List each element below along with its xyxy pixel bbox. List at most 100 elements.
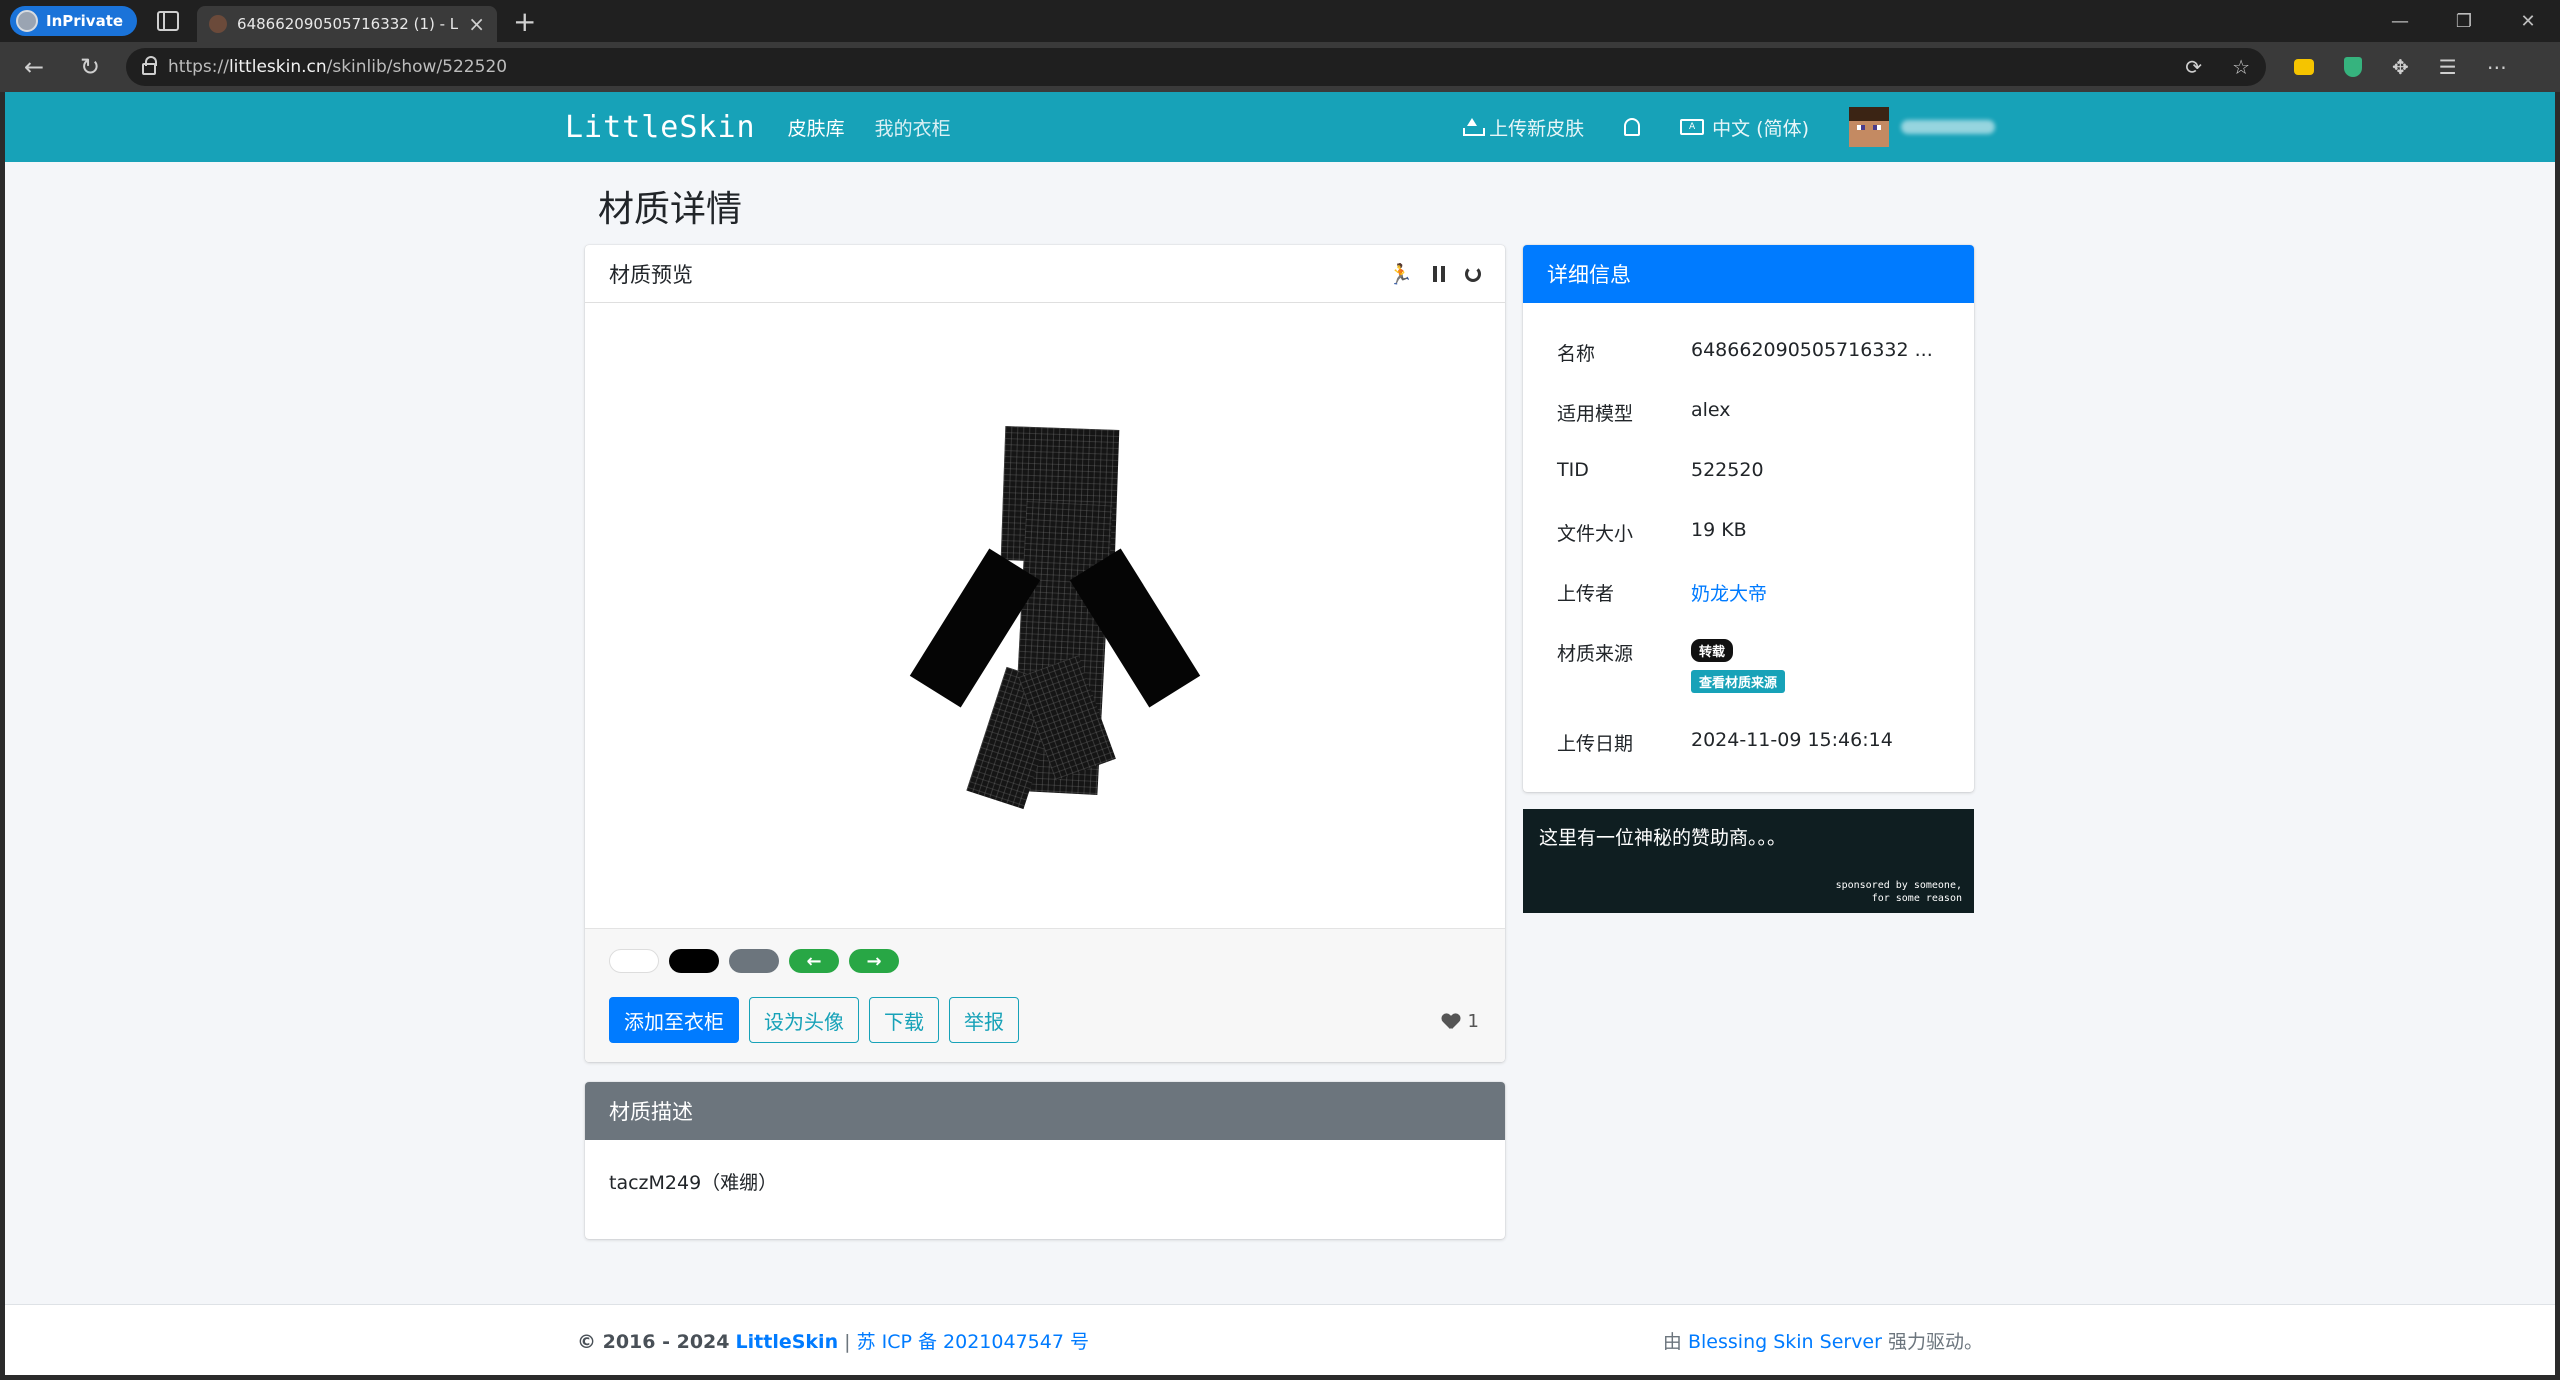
likes-counter: 1 [1442,1011,1479,1032]
favorite-star-icon[interactable]: ☆ [2232,55,2250,79]
detail-row-size: 文件大小 19 KB [1557,519,1747,546]
language-icon: A [1680,119,1705,135]
preview-title: 材质预览 [609,262,693,287]
likes-count: 1 [1467,1011,1479,1032]
page-title: 材质详情 [598,189,743,230]
web-page: LittleSkin 皮肤库 我的衣柜 上传新皮肤 A 中文 (简体) 材质详情… [5,92,2555,1375]
url-text: https://littleskin.cn/skinlib/show/52252… [168,57,508,77]
browser-titlebar: InPrivate 648662090505716332 (1) - Littl… [0,0,2560,42]
detail-row-uploader: 上传者 奶龙大帝 [1557,579,1767,606]
download-button[interactable]: 下载 [869,997,939,1043]
detail-label: 上传者 [1557,583,1615,605]
favorites-list-icon[interactable]: ☰ [2439,55,2457,79]
browser-toolbar: ← ↻ https://littleskin.cn/skinlib/show/5… [0,42,2560,92]
minimize-icon[interactable]: — [2368,0,2432,42]
detail-value: 2024-11-09 15:46:14 [1691,729,1893,751]
blessing-skin-link[interactable]: Blessing Skin Server [1688,1331,1882,1353]
detail-row-name: 名称 648662090505716332 ... [1557,339,1933,366]
pause-icon[interactable] [1433,265,1445,282]
more-menu-icon[interactable]: ⋯ [2487,55,2507,79]
description-card: 材质描述 taczM249（难绷） [585,1082,1505,1239]
user-menu[interactable] [1849,107,1995,147]
icp-link[interactable]: 苏 ICP 备 2021047547 号 [857,1331,1089,1353]
detail-label: 文件大小 [1557,523,1634,545]
inprivate-label: InPrivate [46,12,124,30]
username-blurred [1901,120,1995,134]
uploader-link[interactable]: 奶龙大帝 [1691,579,1767,606]
skin-3d-viewer[interactable] [585,303,1505,928]
prev-bg-button[interactable]: ← [789,949,839,973]
detail-label: 适用模型 [1557,403,1634,425]
close-tab-icon[interactable]: × [468,12,485,36]
window-controls: — ❐ ✕ [2368,0,2560,42]
detail-value: 648662090505716332 ... [1691,339,1933,361]
restore-icon[interactable]: ❐ [2432,0,2496,42]
report-button[interactable]: 举报 [949,997,1019,1043]
browser-tab[interactable]: 648662090505716332 (1) - LittleSkin × [197,6,498,42]
heart-icon [1442,1014,1460,1030]
details-header: 详细信息 [1523,245,1974,303]
preview-actions: 添加至衣柜 设为头像 下载 举报 [609,997,1019,1043]
add-to-closet-button[interactable]: 添加至衣柜 [609,997,739,1043]
description-text: taczM249（难绷） [609,1172,778,1194]
notifications-button[interactable] [1624,118,1641,136]
translate-icon[interactable]: ⟳ [2185,55,2202,79]
close-window-icon[interactable]: ✕ [2496,0,2560,42]
upload-skin-link[interactable]: 上传新皮肤 [1463,114,1584,141]
background-swatches: ← → [609,949,899,973]
arrow-right-icon: → [866,950,882,972]
lock-icon[interactable] [142,56,157,75]
detail-label: 名称 [1557,343,1596,365]
walk-animation-icon[interactable]: 🏃 [1388,262,1413,286]
address-bar[interactable]: https://littleskin.cn/skinlib/show/52252… [126,48,2266,86]
preview-card-footer: ← → 添加至衣柜 设为头像 下载 举报 1 [585,928,1505,1062]
bell-icon [1624,118,1641,136]
details-card: 详细信息 名称 648662090505716332 ... 适用模型 alex… [1523,245,1974,792]
extensions-area: ✥ ☰ ⋯ [2294,55,2507,79]
language-selector[interactable]: A 中文 (简体) [1680,114,1809,141]
sponsor-banner[interactable]: 这里有一位神秘的赞助商。。。 sponsored by someone, for … [1523,809,1974,913]
next-bg-button[interactable]: → [849,949,899,973]
nav-link-skinlib[interactable]: 皮肤库 [788,114,845,141]
preview-tools: 🏃 [1388,262,1481,286]
profile-icon [16,10,38,32]
preview-card-header: 材质预览 🏃 [585,245,1505,303]
brand-logo[interactable]: LittleSkin [565,110,756,145]
view-source-link[interactable]: 查看材质来源 [1691,670,1786,693]
preview-card: 材质预览 🏃 ← → 添加至衣柜 设为头像 下载 举报 1 [585,245,1505,1062]
back-icon[interactable]: ← [12,45,56,89]
detail-row-tid: TID 522520 [1557,459,1764,481]
detail-row-date: 上传日期 2024-11-09 15:46:14 [1557,729,1893,756]
bg-gray-button[interactable] [729,949,779,973]
detail-label: 材质来源 [1557,643,1634,665]
page-footer: © 2016 - 2024 LittleSkin | 苏 ICP 备 20210… [5,1304,2555,1375]
extension-chick-icon[interactable] [2294,59,2314,75]
footer-site-link[interactable]: LittleSkin [736,1331,839,1353]
footer-copyright: © 2016 - 2024 LittleSkin | 苏 ICP 备 20210… [577,1330,1089,1353]
sponsor-text: 这里有一位神秘的赞助商。。。 [1539,827,1787,849]
extensions-puzzle-icon[interactable]: ✥ [2392,55,2409,79]
detail-row-source: 材质来源 转载 查看材质来源 [1557,639,1786,693]
language-label: 中文 (简体) [1712,117,1809,140]
bg-white-button[interactable] [609,949,659,973]
bg-black-button[interactable] [669,949,719,973]
favicon-icon [209,15,228,33]
description-header: 材质描述 [585,1082,1505,1140]
detail-row-model: 适用模型 alex [1557,399,1731,426]
detail-label: TID [1557,459,1589,481]
detail-value: alex [1691,399,1731,421]
refresh-icon[interactable]: ↻ [68,45,112,89]
detail-value: 522520 [1691,459,1764,481]
extension-shield-icon[interactable] [2344,57,2362,77]
nav-link-closet[interactable]: 我的衣柜 [875,114,951,141]
arrow-left-icon: ← [806,950,822,972]
reset-view-icon[interactable] [1465,265,1481,282]
sponsor-subtext: sponsored by someone, for some reason [1835,880,1962,904]
inprivate-button[interactable]: InPrivate [10,6,138,36]
set-avatar-button[interactable]: 设为头像 [749,997,859,1043]
tab-title: 648662090505716332 (1) - LittleSkin [237,15,459,33]
new-tab-icon[interactable]: + [513,5,536,38]
detail-value: 19 KB [1691,519,1747,541]
tab-actions-icon[interactable] [157,11,180,31]
detail-label: 上传日期 [1557,733,1634,755]
